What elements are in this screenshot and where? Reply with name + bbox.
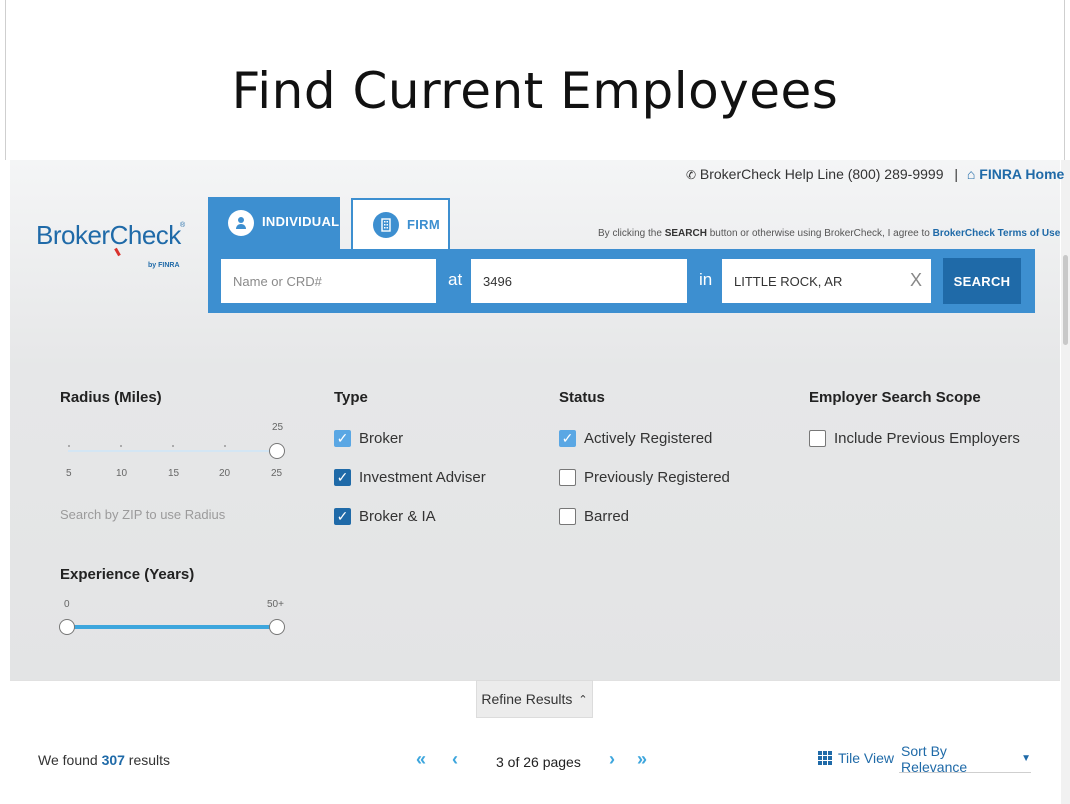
checkbox-box — [559, 469, 576, 486]
terms-middle: button or otherwise using BrokerCheck, I… — [706, 228, 933, 239]
logo-registered-mark: ® — [180, 222, 186, 229]
page-indicator: 3 of 26 pages — [496, 754, 581, 770]
experience-max-handle[interactable] — [269, 619, 285, 635]
results-number: 307 — [101, 752, 125, 768]
slide-title: Find Current Employees — [231, 62, 839, 120]
firm-crd-input[interactable]: 3496 — [471, 259, 687, 303]
experience-min-label: 0 — [64, 599, 70, 610]
tab-individual-label: INDIVIDUAL — [262, 213, 340, 229]
logo-sub: by FINRA — [148, 262, 180, 269]
experience-heading: Experience (Years) — [60, 566, 195, 583]
clear-location-icon[interactable]: X — [910, 270, 922, 291]
radius-value-label: 25 — [272, 422, 284, 433]
header-separator: | — [954, 166, 959, 182]
status-previously-registered-checkbox[interactable]: Previously Registered — [559, 469, 730, 486]
include-previous-employers-checkbox[interactable]: Include Previous Employers — [809, 430, 1020, 447]
radius-tick-dot — [68, 445, 70, 447]
phone-icon: ✆ — [686, 168, 697, 182]
helpline-text: BrokerCheck Help Line (800) 289-9999 — [699, 166, 944, 182]
results-count: We found 307 results — [38, 752, 170, 768]
checkbox-label: Investment Adviser — [359, 469, 486, 486]
chevron-up-icon: ⌃ — [578, 693, 588, 706]
check-icon: ✓ — [334, 508, 351, 525]
check-icon: ✓ — [334, 469, 351, 486]
terms-prefix: By clicking the — [598, 228, 665, 239]
checkbox-box — [809, 430, 826, 447]
radius-tick-label: 25 — [271, 468, 283, 479]
experience-max-label: 50+ — [267, 599, 284, 610]
checkbox-label: Broker & IA — [359, 508, 436, 525]
radius-tick-label: 10 — [116, 468, 128, 479]
scrollbar-thumb[interactable] — [1063, 255, 1068, 345]
helpline: ✆ BrokerCheck Help Line (800) 289-9999 |… — [686, 166, 1064, 182]
refine-label: Refine Results — [481, 691, 573, 707]
checkbox-label: Actively Registered — [584, 430, 713, 447]
checkbox-box — [559, 508, 576, 525]
finra-home-link[interactable]: ⌂ FINRA Home — [967, 166, 1064, 182]
refine-results-button[interactable]: Refine Results ⌃ — [476, 680, 593, 718]
experience-min-handle[interactable] — [59, 619, 75, 635]
name-or-crd-input[interactable]: Name or CRD# — [221, 259, 436, 303]
status-heading: Status — [559, 389, 605, 406]
type-heading: Type — [334, 389, 368, 406]
prev-page-icon[interactable]: ‹ — [452, 749, 458, 770]
radius-hint: Search by ZIP to use Radius — [60, 507, 226, 522]
tab-individual[interactable]: INDIVIDUAL — [208, 197, 340, 249]
checkbox-label: Broker — [359, 430, 404, 447]
brokercheck-logo[interactable]: BrokerCheck — [36, 220, 181, 251]
radius-tick-dot — [120, 445, 122, 447]
scope-heading: Employer Search Scope — [809, 389, 981, 406]
at-label: at — [448, 270, 463, 289]
check-icon: ✓ — [559, 430, 576, 447]
tile-view-toggle[interactable]: Tile View — [818, 750, 894, 766]
radius-tick-dot — [224, 445, 226, 447]
slide: Find Current Employees ✆ BrokerCheck Hel… — [0, 0, 1070, 804]
logo-text-broker: Broker — [36, 220, 110, 250]
tile-view-label: Tile View — [838, 750, 895, 766]
check-icon: ✓ — [334, 430, 351, 447]
first-page-icon[interactable]: « — [416, 749, 426, 770]
sort-dropdown[interactable]: Sort By Relevance ▼ — [899, 742, 1031, 775]
checkbox-label: Previously Registered — [584, 469, 730, 486]
checkbox-label: Barred — [584, 508, 630, 525]
tab-firm-label: FIRM — [407, 217, 440, 232]
caret-down-icon: ▼ — [1021, 753, 1031, 764]
checkbox-label: Include Previous Employers — [834, 430, 1020, 447]
experience-slider-track[interactable] — [68, 625, 278, 629]
terms-search-word: SEARCH — [664, 228, 707, 239]
search-button[interactable]: SEARCH — [943, 258, 1021, 304]
type-broker-checkbox[interactable]: ✓ Broker — [334, 430, 403, 447]
logo-check-mark: C — [109, 220, 129, 250]
type-investment-adviser-checkbox[interactable]: ✓ Investment Adviser — [334, 469, 486, 486]
finra-home-label: FINRA Home — [979, 166, 1065, 182]
building-icon — [373, 211, 399, 238]
person-icon — [228, 210, 254, 236]
radius-tick-dot — [172, 445, 174, 447]
radius-slider-track[interactable] — [68, 450, 278, 452]
logo-text-heck: heck — [127, 220, 181, 250]
location-input[interactable]: LITTLE ROCK, AR — [722, 259, 931, 303]
home-icon: ⌂ — [966, 166, 976, 182]
status-barred-checkbox[interactable]: Barred — [559, 508, 629, 525]
radius-tick-label: 15 — [168, 468, 180, 479]
terms-of-use-link[interactable]: BrokerCheck Terms of Use — [933, 228, 1061, 239]
status-actively-registered-checkbox[interactable]: ✓ Actively Registered — [559, 430, 712, 447]
grid-icon — [818, 751, 832, 765]
in-label: in — [699, 270, 713, 289]
next-page-icon[interactable]: › — [609, 749, 615, 770]
radius-slider-handle[interactable] — [269, 443, 285, 459]
radius-tick-label: 5 — [66, 468, 72, 479]
sort-label: Sort By Relevance — [901, 742, 968, 775]
terms-notice: By clicking the SEARCH button or otherwi… — [598, 228, 1060, 239]
last-page-icon[interactable]: » — [637, 749, 647, 770]
tab-firm[interactable]: FIRM — [351, 198, 450, 249]
results-suffix: results — [124, 752, 171, 768]
radius-heading: Radius (Miles) — [60, 389, 162, 406]
results-prefix: We found — [38, 752, 102, 768]
radius-tick-label: 20 — [219, 468, 231, 479]
type-broker-ia-checkbox[interactable]: ✓ Broker & IA — [334, 508, 436, 525]
